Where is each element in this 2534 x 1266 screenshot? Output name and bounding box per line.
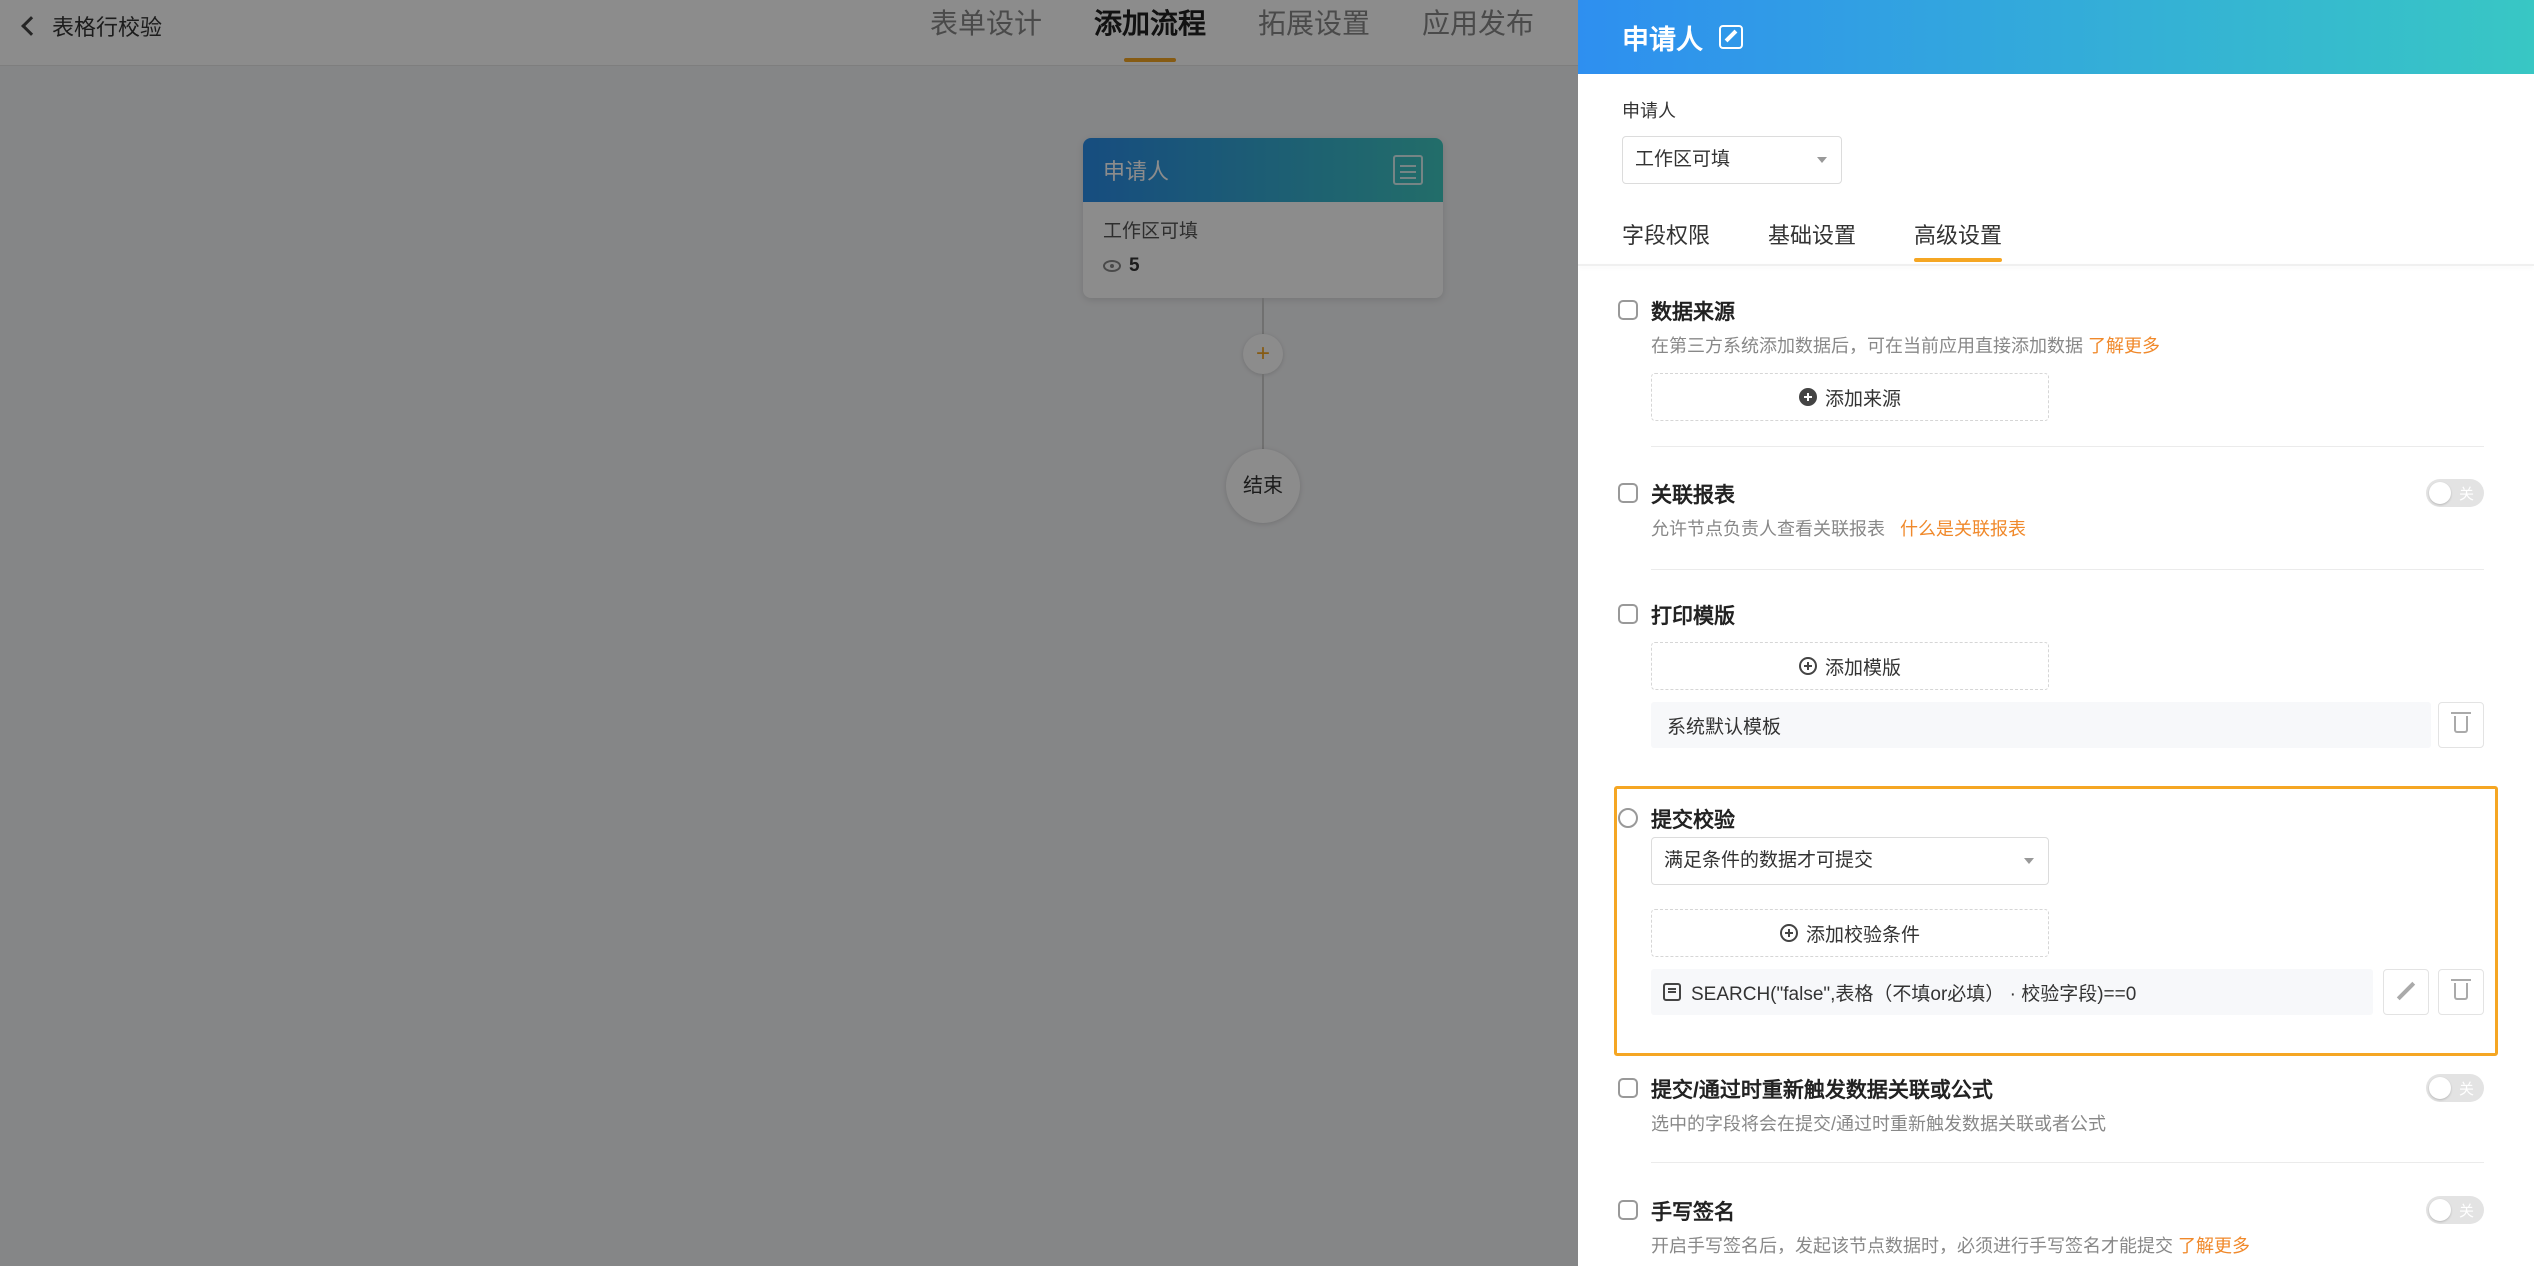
add-source-button[interactable]: 添加来源	[1651, 373, 2049, 421]
signature-learn-more-link[interactable]: 了解更多	[2178, 1236, 2250, 1256]
tab-basic-settings[interactable]: 基础设置	[1768, 218, 1856, 266]
tabs-divider	[1578, 264, 2534, 266]
applicant-select[interactable]: 工作区可填	[1622, 136, 1842, 184]
delete-template-button[interactable]	[2438, 702, 2484, 748]
related-report-link[interactable]: 什么是关联报表	[1900, 519, 2026, 539]
settings-tabs: 字段权限 基础设置 高级设置	[1622, 218, 2003, 266]
signature-title: 手写签名	[1651, 1201, 1735, 1224]
retrigger-desc: 选中的字段将会在提交/通过时重新触发数据关联或者公式	[1651, 1114, 2106, 1134]
add-source-label: 添加来源	[1824, 388, 1901, 410]
plus-circle-icon	[1798, 657, 1817, 675]
data-source-desc-text: 在第三方系统添加数据后，可在当前应用直接添加数据	[1651, 336, 2083, 356]
section-data-source: 数据来源 在第三方系统添加数据后，可在当前应用直接添加数据 了解更多 添加来源	[1618, 296, 2484, 447]
signature-icon	[1618, 1200, 1638, 1220]
drawer-header: 申请人	[1578, 0, 2534, 74]
related-report-desc-text: 允许节点负责人查看关联报表	[1651, 519, 1885, 539]
plus-circle-icon	[1798, 388, 1817, 406]
function-icon	[1618, 1078, 1638, 1098]
toggle-knob	[2429, 1199, 2451, 1221]
related-report-toggle[interactable]: 关	[2426, 479, 2484, 507]
print-template-title: 打印模版	[1651, 605, 1735, 628]
retrigger-title: 提交/通过时重新触发数据关联或公式	[1651, 1079, 1993, 1102]
signature-desc-text: 开启手写签名后，发起该节点数据时，必须进行手写签名才能提交	[1651, 1236, 2173, 1256]
section-related-report: 关联报表 关 允许节点负责人查看关联报表 什么是关联报表	[1618, 479, 2484, 571]
tab-field-permissions[interactable]: 字段权限	[1622, 218, 1710, 266]
divider	[1651, 446, 2484, 447]
toggle-label: 关	[2458, 486, 2474, 503]
modal-overlay[interactable]	[0, 0, 1578, 1266]
add-template-button[interactable]: 添加模版	[1651, 642, 2049, 690]
caret-down-icon	[1817, 157, 1827, 163]
data-source-icon	[1618, 300, 1638, 320]
applicant-select-value: 工作区可填	[1635, 149, 1731, 170]
template-item-name: 系统默认模板	[1667, 716, 1782, 738]
divider	[1651, 569, 2484, 570]
signature-desc: 开启手写签名后，发起该节点数据时，必须进行手写签名才能提交 了解更多	[1651, 1232, 2250, 1258]
template-item[interactable]: 系统默认模板	[1651, 702, 2431, 748]
edit-icon[interactable]	[1719, 25, 1743, 49]
retrigger-toggle[interactable]: 关	[2426, 1074, 2484, 1102]
divider	[1651, 1162, 2484, 1163]
tab-advanced-settings[interactable]: 高级设置	[1914, 218, 2003, 266]
add-template-label: 添加模版	[1824, 657, 1901, 679]
toggle-label: 关	[2458, 1081, 2474, 1098]
data-source-learn-more-link[interactable]: 了解更多	[2088, 336, 2160, 356]
related-report-icon	[1618, 483, 1638, 503]
drawer-title: 申请人	[1622, 24, 1703, 55]
section-retrigger: 提交/通过时重新触发数据关联或公式 关 选中的字段将会在提交/通过时重新触发数据…	[1618, 1074, 2484, 1164]
toggle-label: 关	[2458, 1203, 2474, 1220]
toggle-knob	[2429, 1077, 2451, 1099]
data-source-desc: 在第三方系统添加数据后，可在当前应用直接添加数据 了解更多	[1651, 332, 2160, 358]
section-print-template: 打印模版 添加模版 系统默认模板	[1618, 600, 2484, 750]
signature-toggle[interactable]: 关	[2426, 1196, 2484, 1224]
applicant-label: 申请人	[1622, 101, 1676, 121]
section-signature: 手写签名 关 开启手写签名后，发起该节点数据时，必须进行手写签名才能提交 了解更…	[1618, 1196, 2484, 1266]
trash-icon	[2451, 712, 2471, 733]
related-report-title: 关联报表	[1651, 484, 1735, 507]
node-settings-drawer: 申请人 申请人 工作区可填 字段权限 基础设置 高级设置 数据来源 在第三方系统…	[1578, 0, 2534, 1266]
toggle-knob	[2429, 482, 2451, 504]
data-source-title: 数据来源	[1651, 301, 1735, 324]
printer-icon	[1618, 604, 1638, 624]
submit-check-highlight-box	[1614, 786, 2498, 1056]
related-report-desc: 允许节点负责人查看关联报表 什么是关联报表	[1651, 515, 2026, 541]
